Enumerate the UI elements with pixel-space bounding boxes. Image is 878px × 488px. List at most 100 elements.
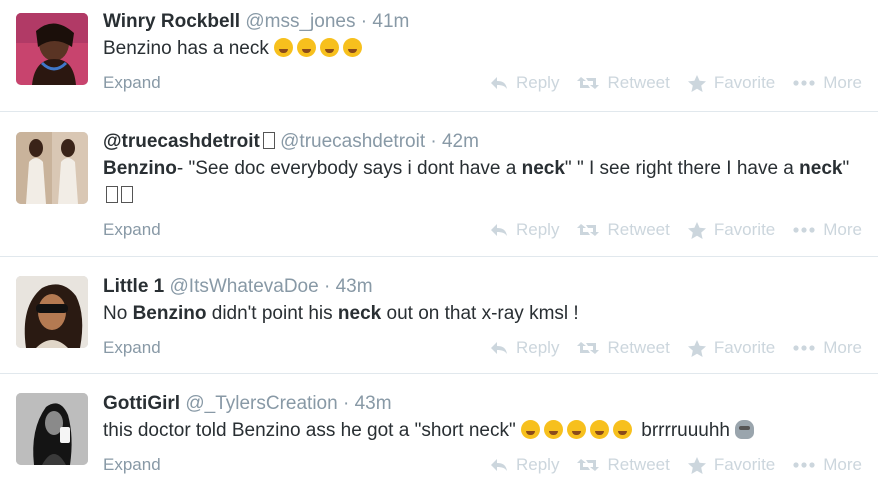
tweet[interactable]: @truecashdetroit @truecashdetroit · 42m … [0,112,878,257]
missing-glyph-icon [262,132,275,149]
tweet-actions: Reply Retweet Favorite More [490,220,862,240]
avatar[interactable] [16,276,88,348]
tweet-fullname[interactable]: Winry Rockbell [103,11,240,32]
tweet-text-part: didn't point his [206,303,338,324]
tweet-fullname[interactable]: @truecashdetroit [103,131,260,152]
tweet-footer: Expand Reply Retweet Favorite More [103,333,878,363]
more-label: More [823,338,862,357]
retweet-icon [577,76,600,90]
tweet-username[interactable]: @ItsWhatevaDoe [170,276,319,297]
tweet-text: No Benzino didn't point his neck out on … [103,300,878,327]
more-button[interactable]: More [793,73,862,93]
retweet-icon [577,341,600,355]
more-button[interactable]: More [793,455,862,475]
tweet-timeline: Winry Rockbell @mss_jones · 41m Benzino … [0,0,878,488]
retweet-button[interactable]: Retweet [577,338,670,358]
ellipsis-icon [793,80,815,86]
tweet-timestamp[interactable]: 43m [355,393,392,414]
weary-face-icon [297,38,317,57]
tweet-text-part: Benzino has a neck [103,38,275,59]
expand-link[interactable]: Expand [103,220,161,240]
reply-icon [490,341,508,355]
laughing-face-icon [613,420,632,439]
reply-label: Reply [516,220,560,239]
crying-face-icon [521,420,540,439]
more-button[interactable]: More [793,220,862,240]
tweet-header: @truecashdetroit @truecashdetroit · 42m [103,129,878,155]
reply-icon [490,458,508,472]
expand-link[interactable]: Expand [103,73,161,93]
tweet-text-bold: neck [521,158,565,179]
tweet-text: this doctor told Benzino ass he got a "s… [103,417,878,444]
favorite-label: Favorite [713,220,776,239]
tweet-username[interactable]: @_TylersCreation [185,393,337,414]
retweet-label: Retweet [607,338,670,357]
tweet-separator: · [430,131,437,152]
reply-button[interactable]: Reply [490,220,559,240]
reply-label: Reply [516,73,560,92]
tweet-fullname[interactable]: Little 1 [103,276,164,297]
favorite-button[interactable]: Favorite [687,73,776,93]
star-icon [687,74,706,92]
weary-face-icon [343,38,363,57]
tweet-actions: Reply Retweet Favorite More [490,455,862,475]
reply-button[interactable]: Reply [490,455,559,475]
laughing-face-icon [590,420,609,439]
tweet-text-bold: Benzino [103,158,177,179]
avatar-image [16,276,88,348]
retweet-icon [577,458,600,472]
tweet-timestamp[interactable]: 43m [336,276,373,297]
reply-icon [490,76,508,90]
more-label: More [823,73,862,92]
reply-button[interactable]: Reply [490,73,559,93]
avatar[interactable] [16,13,88,85]
tweet-text-part: - "See doc everybody says i dont have a [176,158,522,179]
more-button[interactable]: More [793,338,862,358]
reply-label: Reply [516,455,560,474]
tweet-username[interactable]: @mss_jones [245,11,355,32]
tweet[interactable]: GottiGirl @_TylersCreation · 43m this do… [0,374,878,488]
expand-link[interactable]: Expand [103,455,161,475]
weary-face-icon [274,38,294,57]
retweet-label: Retweet [607,220,670,239]
favorite-label: Favorite [713,455,776,474]
favorite-label: Favorite [713,73,776,92]
expand-link[interactable]: Expand [103,338,161,358]
tweet-username[interactable]: @truecashdetroit [280,131,425,152]
tweet-text-part: out on that x-ray kmsl ! [381,303,579,324]
retweet-button[interactable]: Retweet [577,455,670,475]
retweet-icon [577,223,600,237]
favorite-button[interactable]: Favorite [687,220,776,240]
favorite-button[interactable]: Favorite [687,338,775,358]
ellipsis-icon [793,462,815,468]
reply-label: Reply [516,338,560,357]
tweet-text: Benzino has a neck [103,35,878,62]
tweet[interactable]: Little 1 @ItsWhatevaDoe · 43m No Benzino… [0,257,878,374]
reply-button[interactable]: Reply [490,338,559,358]
missing-glyph-icon [106,186,118,203]
more-label: More [823,220,862,239]
tweet[interactable]: Winry Rockbell @mss_jones · 41m Benzino … [0,0,878,112]
star-icon [687,339,706,357]
tweet-footer: Expand Reply Retweet Favorite More [103,68,878,98]
tweet-footer: Expand Reply Retweet Favorite More [103,215,878,245]
laughing-face-icon [567,420,586,439]
tweet-timestamp[interactable]: 41m [372,11,409,32]
tweet-timestamp[interactable]: 42m [442,131,479,152]
tweet-text-part: No [103,303,133,324]
ellipsis-icon [793,345,815,351]
avatar-image [16,393,88,465]
tweet-header: GottiGirl @_TylersCreation · 43m [103,391,878,417]
avatar[interactable] [16,132,88,204]
retweet-button[interactable]: Retweet [577,220,670,240]
favorite-button[interactable]: Favorite [687,455,776,475]
tweet-fullname[interactable]: GottiGirl [103,393,180,414]
retweet-button[interactable]: Retweet [577,73,670,93]
weary-face-icon [320,38,340,57]
tweet-header: Winry Rockbell @mss_jones · 41m [103,9,878,35]
more-label: More [823,455,862,474]
avatar-image [16,13,88,85]
avatar[interactable] [16,393,88,465]
tweet-text-part: brrrruuuhh [636,420,736,441]
reply-icon [490,223,508,237]
